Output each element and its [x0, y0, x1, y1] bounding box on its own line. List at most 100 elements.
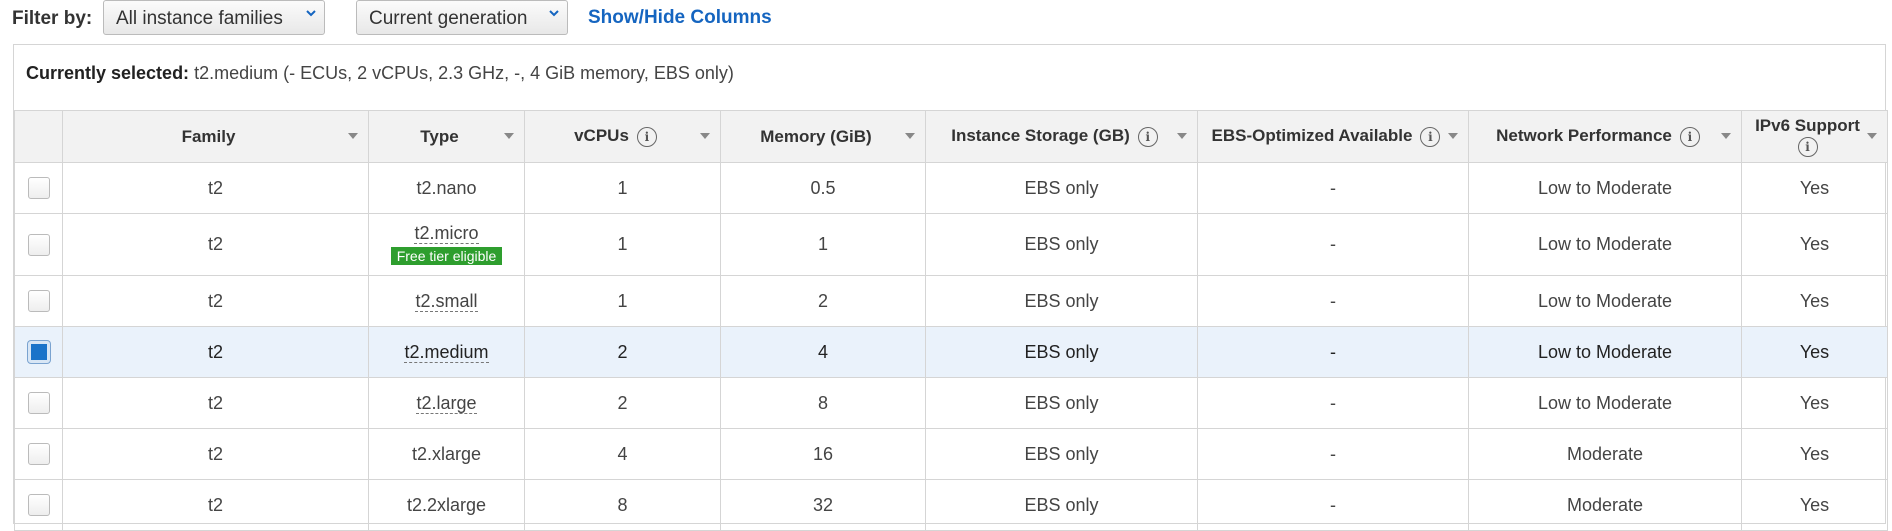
cell-ebs: -: [1197, 275, 1469, 327]
free-tier-badge: Free tier eligible: [390, 247, 503, 265]
cell-ipv6: Yes: [1741, 377, 1888, 429]
sort-caret-icon: [1177, 133, 1187, 139]
table-row[interactable]: t2 t2.nano 1 0.5 EBS only - Low to Moder…: [14, 162, 1888, 214]
row-checkbox[interactable]: [27, 290, 50, 313]
cell-type: t2.xlarge: [368, 428, 525, 480]
type-link[interactable]: t2.micro: [414, 223, 479, 244]
cell-type: t2.medium: [368, 326, 525, 378]
info-icon[interactable]: i: [1679, 126, 1700, 147]
header-family-label: Family: [181, 126, 236, 146]
cell-storage: EBS only: [925, 428, 1198, 480]
header-ebs[interactable]: EBS-Optimized Available i: [1197, 110, 1469, 163]
type-link[interactable]: t2.large: [416, 392, 477, 414]
generation-select-value: Current generation: [369, 8, 528, 29]
chevron-down-icon: [306, 10, 316, 17]
instance-family-select[interactable]: All instance families: [103, 0, 325, 35]
row-checkbox-checked[interactable]: [27, 341, 50, 364]
header-storage-label: Instance Storage (GB): [951, 126, 1130, 146]
cell-network: Low to Moderate: [1468, 275, 1742, 327]
header-vcpus-label: vCPUs: [574, 126, 629, 146]
table-row[interactable]: t2 t2.micro Free tier eligible 1 1 EBS o…: [14, 213, 1888, 276]
header-memory-label: Memory (GiB): [760, 126, 872, 146]
row-checkbox[interactable]: [27, 443, 50, 466]
cell-ebs: -: [1197, 479, 1469, 531]
cell-vcpus: 2: [524, 326, 721, 378]
header-memory[interactable]: Memory (GiB): [720, 110, 926, 163]
cell-network: Moderate: [1468, 428, 1742, 480]
cell-memory: 8: [720, 377, 926, 429]
cell-type: t2.large: [368, 377, 525, 429]
table-row[interactable]: t2 t2.xlarge 4 16 EBS only - Moderate Ye…: [14, 428, 1888, 480]
chevron-down-icon: [549, 10, 559, 17]
show-hide-columns-link[interactable]: Show/Hide Columns: [588, 7, 772, 29]
sort-caret-icon: [1721, 133, 1731, 139]
header-network[interactable]: Network Performance i: [1468, 110, 1742, 163]
sort-caret-icon: [700, 133, 710, 139]
sort-caret-icon: [905, 133, 915, 139]
info-icon[interactable]: i: [636, 126, 657, 147]
header-checkbox: [14, 110, 63, 163]
cell-vcpus: 4: [524, 428, 721, 480]
cell-memory: 16: [720, 428, 926, 480]
type-label: t2.xlarge: [411, 443, 482, 464]
cell-ipv6: Yes: [1741, 213, 1888, 276]
header-ipv6-label: IPv6 Support: [1755, 116, 1860, 136]
cell-family: t2: [62, 162, 369, 214]
row-checkbox[interactable]: [27, 233, 50, 256]
cell-ipv6: Yes: [1741, 479, 1888, 531]
cell-memory: 32: [720, 479, 926, 531]
header-family[interactable]: Family: [62, 110, 369, 163]
generation-select[interactable]: Current generation: [356, 0, 568, 35]
info-icon[interactable]: i: [1137, 126, 1158, 147]
type-link[interactable]: t2.small: [415, 290, 478, 312]
instance-family-select-value: All instance families: [116, 8, 283, 29]
cell-family: t2: [62, 275, 369, 327]
cell-type: t2.2xlarge: [368, 479, 525, 531]
cell-ebs: -: [1197, 213, 1469, 276]
header-vcpus[interactable]: vCPUs i: [524, 110, 721, 163]
header-ipv6[interactable]: IPv6 Support i: [1741, 110, 1888, 163]
header-storage[interactable]: Instance Storage (GB) i: [925, 110, 1198, 163]
cell-vcpus: 1: [524, 213, 721, 276]
cell-type: t2.micro Free tier eligible: [368, 213, 525, 276]
cell-vcpus: 2: [524, 377, 721, 429]
type-link[interactable]: t2.medium: [404, 341, 489, 363]
cell-vcpus: 8: [524, 479, 721, 531]
cell-family: t2: [62, 428, 369, 480]
cell-network: Low to Moderate: [1468, 326, 1742, 378]
table-body: t2 t2.nano 1 0.5 EBS only - Low to Moder…: [14, 162, 1888, 531]
cell-type: t2.small: [368, 275, 525, 327]
currently-selected: Currently selected: t2.medium (- ECUs, 2…: [26, 63, 734, 84]
cell-ebs: -: [1197, 377, 1469, 429]
table-row[interactable]: t2 t2.small 1 2 EBS only - Low to Modera…: [14, 275, 1888, 327]
type-label: t2.2xlarge: [406, 494, 487, 515]
cell-storage: EBS only: [925, 377, 1198, 429]
info-icon[interactable]: i: [1420, 126, 1441, 147]
info-icon[interactable]: i: [1797, 136, 1818, 157]
row-checkbox[interactable]: [27, 494, 50, 517]
cell-family: t2: [62, 326, 369, 378]
row-checkbox[interactable]: [27, 177, 50, 200]
cell-ipv6: Yes: [1741, 275, 1888, 327]
instance-types-table: Family Type vCPUs i Memory (GiB) Instance…: [14, 110, 1888, 531]
cell-ebs: -: [1197, 428, 1469, 480]
cell-storage: EBS only: [925, 213, 1198, 276]
table-row[interactable]: t2 t2.2xlarge 8 32 EBS only - Moderate Y…: [14, 479, 1888, 531]
header-network-label: Network Performance: [1496, 126, 1672, 146]
table-header-row: Family Type vCPUs i Memory (GiB) Instance…: [14, 110, 1888, 163]
cell-storage: EBS only: [925, 275, 1198, 327]
cell-type: t2.nano: [368, 162, 525, 214]
cell-ebs: -: [1197, 326, 1469, 378]
cell-memory: 4: [720, 326, 926, 378]
cell-storage: EBS only: [925, 479, 1198, 531]
filter-label: Filter by:: [12, 8, 93, 29]
cell-storage: EBS only: [925, 326, 1198, 378]
currently-selected-label: Currently selected:: [26, 63, 190, 83]
cell-ebs: -: [1197, 162, 1469, 214]
cell-network: Low to Moderate: [1468, 162, 1742, 214]
header-type[interactable]: Type: [368, 110, 525, 163]
sort-caret-icon: [1867, 133, 1877, 139]
row-checkbox[interactable]: [27, 392, 50, 415]
table-row-selected[interactable]: t2 t2.medium 2 4 EBS only - Low to Moder…: [14, 326, 1888, 378]
table-row[interactable]: t2 t2.large 2 8 EBS only - Low to Modera…: [14, 377, 1888, 429]
